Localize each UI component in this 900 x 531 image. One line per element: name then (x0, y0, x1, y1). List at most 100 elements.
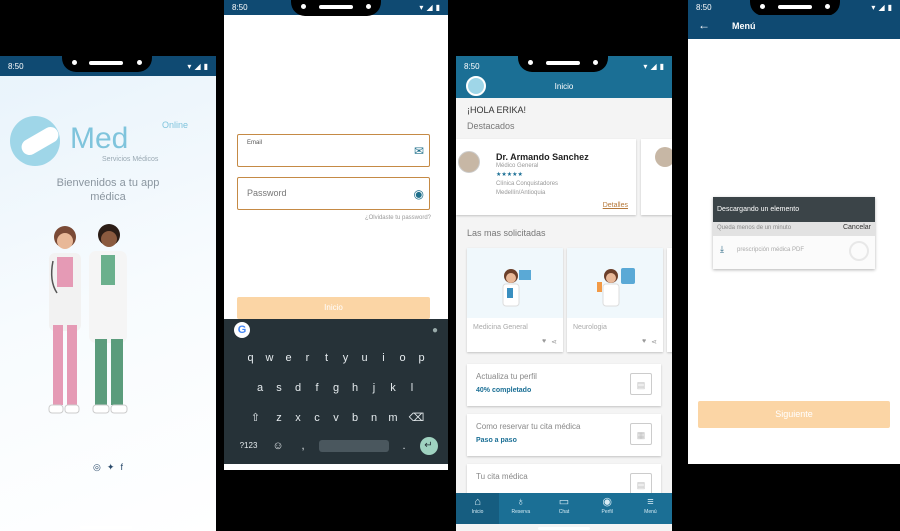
password-field[interactable]: Password ◉ (237, 177, 430, 210)
heart-icon[interactable]: ♥ (642, 338, 646, 346)
key-d[interactable]: d (289, 377, 308, 399)
key-n[interactable]: n (365, 407, 384, 429)
welcome-screen: 8:50 ▾ ◢ ▮ Med Online Servicios Médicos … (0, 56, 216, 531)
instagram-icon[interactable]: ◎ (93, 462, 101, 473)
key-t[interactable]: t (317, 347, 336, 369)
specialty-card[interactable]: Medicina General ♥ ⋖ (467, 248, 563, 352)
share-icon[interactable]: ⋖ (651, 338, 657, 346)
twitter-icon[interactable]: ✦ (107, 462, 115, 473)
tab-inicio[interactable]: ⌂ Inicio (456, 493, 500, 524)
signal-icon: ◢ (194, 61, 201, 71)
heart-icon[interactable]: ♥ (542, 338, 546, 346)
page-title: Inicio (554, 82, 574, 91)
keyboard-row-4: ?123 ☺ , . ↵ (224, 435, 448, 457)
key-w[interactable]: w (260, 347, 279, 369)
key-j[interactable]: j (365, 377, 384, 399)
login-button[interactable]: Inicio (237, 297, 430, 319)
status-time: 8:50 (8, 61, 24, 71)
key-r[interactable]: r (298, 347, 317, 369)
status-icons: ▾ ◢ ▮ (643, 62, 664, 71)
login-screen: 8:50 ▾ ◢ ▮ Email ✉ Password ◉ ¿Olvidaste… (224, 0, 448, 470)
status-time: 8:50 (232, 3, 248, 12)
profile-progress: 40% completado (476, 387, 532, 394)
download-icon: ⤓ (720, 244, 724, 254)
facebook-icon[interactable]: f (120, 462, 123, 473)
logo-subtitle: Servicios Médicos (102, 156, 159, 163)
mic-icon[interactable]: ● (432, 325, 438, 336)
shift-icon[interactable]: ⇧ (242, 407, 270, 429)
status-icons: ▾ ◢ ▮ (871, 3, 892, 12)
wifi-icon: ▾ (643, 61, 648, 71)
cancel-button[interactable]: Cancelar (843, 224, 871, 231)
email-field[interactable]: Email ✉ (237, 134, 430, 167)
doctor-card-next[interactable] (641, 139, 672, 215)
eye-icon[interactable]: ◉ (414, 187, 424, 201)
welcome-line2: médica (90, 191, 126, 203)
symbols-key[interactable]: ?123 (235, 435, 263, 457)
password-placeholder: Password (247, 188, 287, 198)
google-icon[interactable]: G (234, 322, 250, 338)
back-arrow-icon[interactable]: ← (698, 18, 710, 32)
enter-icon[interactable]: ↵ (419, 437, 438, 455)
key-x[interactable]: x (289, 407, 308, 429)
key-z[interactable]: z (270, 407, 289, 429)
key-c[interactable]: c (308, 407, 327, 429)
next-button[interactable]: Siguiente (698, 401, 890, 428)
emoji-icon[interactable]: ☺ (269, 435, 288, 457)
doctor-name: Dr. Armando Sanchez (496, 152, 589, 162)
key-s[interactable]: s (270, 377, 289, 399)
key-f[interactable]: f (308, 377, 327, 399)
key-i[interactable]: i (374, 347, 393, 369)
key-a[interactable]: a (251, 377, 270, 399)
menu-icon: ≡ (647, 496, 654, 508)
download-title: Descargando un elemento (713, 197, 875, 222)
home-indicator[interactable] (310, 467, 362, 470)
tab-menu[interactable]: ≡ Menú (629, 493, 672, 524)
bottom-nav: ⌂ Inicio ♁ Reserva ▭ Chat ◉ Perfil ≡ Men… (456, 493, 672, 524)
signal-icon: ◢ (878, 3, 885, 12)
tab-chat[interactable]: ▭ Chat (542, 493, 585, 524)
key-e[interactable]: e (279, 347, 298, 369)
key-g[interactable]: g (327, 377, 346, 399)
home-indicator[interactable] (80, 526, 132, 529)
details-link[interactable]: Detalles (603, 202, 628, 209)
backspace-icon[interactable]: ⌫ (403, 407, 431, 429)
download-status-bar: Queda menos de un minuto Cancelar (713, 222, 875, 236)
home-indicator[interactable] (538, 527, 590, 530)
camera-notch (62, 56, 152, 72)
key-b[interactable]: b (346, 407, 365, 429)
app-bar: ← Menú (688, 15, 900, 39)
forgot-password-link[interactable]: ¿Olvidaste tu password? (365, 215, 431, 221)
tab-reserva[interactable]: ♁ Reserva (499, 493, 542, 524)
specialty-card-next[interactable] (667, 248, 672, 352)
key-u[interactable]: u (355, 347, 374, 369)
comma-key[interactable]: , (294, 435, 313, 457)
key-o[interactable]: o (393, 347, 412, 369)
key-k[interactable]: k (384, 377, 403, 399)
key-l[interactable]: l (403, 377, 422, 399)
battery-icon: ▮ (203, 61, 208, 71)
key-m[interactable]: m (384, 407, 403, 429)
camera-notch (750, 0, 840, 16)
tab-label: Menú (644, 509, 657, 515)
key-p[interactable]: p (412, 347, 431, 369)
key-h[interactable]: h (346, 377, 365, 399)
key-y[interactable]: y (336, 347, 355, 369)
download-item[interactable]: ⤓ prescripción médica PDF (713, 236, 875, 269)
key-q[interactable]: q (241, 347, 260, 369)
battery-icon: ▮ (659, 61, 664, 71)
space-key[interactable] (318, 440, 389, 452)
app-logo: Med Online Servicios Médicos (10, 116, 200, 176)
booking-guide-card[interactable]: Como reservar tu cita médica Paso a paso… (467, 414, 661, 456)
tab-perfil[interactable]: ◉ Perfil (586, 493, 629, 524)
key-v[interactable]: v (327, 407, 346, 429)
doctor-card[interactable]: Dr. Armando Sanchez Médico General ★★★★★… (456, 139, 636, 215)
share-icon[interactable]: ⋖ (551, 338, 557, 346)
specialty-label: Neurologia (573, 324, 607, 331)
signal-icon: ◢ (426, 3, 433, 12)
profile-card[interactable]: Actualiza tu perfil 40% completado ▤ (467, 364, 661, 406)
specialty-card[interactable]: Neurologia ♥ ⋖ (567, 248, 663, 352)
signal-icon: ◢ (650, 61, 657, 71)
menu-screen: 8:50 ▾ ◢ ▮ ← Menú Descargando un element… (688, 0, 900, 464)
period-key[interactable]: . (395, 435, 414, 457)
